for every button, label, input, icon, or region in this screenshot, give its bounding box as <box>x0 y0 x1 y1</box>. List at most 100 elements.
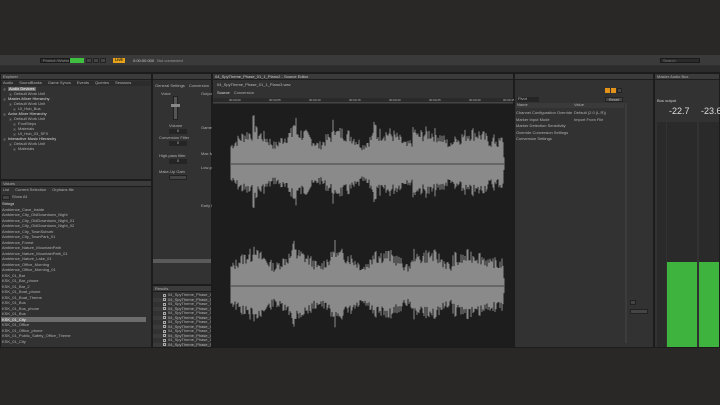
list-item[interactable]: Ambience_Forest <box>1 240 146 245</box>
live-button[interactable]: LIVE <box>113 58 125 63</box>
tab-current-selection[interactable]: Current Selection <box>15 188 46 193</box>
list-item[interactable]: KSK_01_Bus_phone <box>1 306 146 311</box>
project-field[interactable]: Project (Wwise) <box>40 58 70 63</box>
filter-button[interactable] <box>2 194 10 200</box>
toolbar-icon[interactable] <box>617 88 622 93</box>
list-item[interactable]: KSK_01_Boat_Theme <box>1 295 146 300</box>
list-item[interactable]: KSK_01_Office <box>1 323 146 328</box>
tab-audio[interactable]: Audio <box>3 81 13 86</box>
tab-game-syncs[interactable]: Game Syncs <box>48 81 71 86</box>
property-name: Override Conversion Settings <box>516 130 569 135</box>
toolbar-orange-icon[interactable] <box>605 88 610 93</box>
property-grid-header: Name Value <box>516 103 624 108</box>
tree-item[interactable]: Default Work Unit <box>9 142 45 146</box>
toolbar-orange-icon[interactable] <box>611 88 616 93</box>
property-row[interactable]: Marker Input Mode Import From File <box>516 117 616 123</box>
global-search[interactable]: Search <box>660 58 700 63</box>
tree-item[interactable]: Actor-Mixer Hierarchy <box>3 112 47 116</box>
volume-slider[interactable] <box>173 96 178 120</box>
tree-item[interactable]: Master-Mixer Hierarchy <box>3 97 50 101</box>
tab-soundbanks[interactable]: SoundBanks <box>19 81 42 86</box>
hpf-value[interactable]: 0 <box>169 159 187 164</box>
tab-list[interactable]: List <box>3 188 9 193</box>
play-button[interactable] <box>100 58 106 63</box>
row-checkbox[interactable] <box>163 320 166 324</box>
row-checkbox[interactable] <box>163 307 166 311</box>
list-item[interactable]: Ambience_City_OldDowntown_Night_02 <box>1 224 146 229</box>
stop-button[interactable] <box>93 58 99 63</box>
tab-orphans[interactable]: Orphans file <box>52 188 74 193</box>
tab-events[interactable]: Events <box>77 81 89 86</box>
volume-value[interactable]: 0 <box>169 129 187 134</box>
reset-button[interactable]: Reset <box>605 97 623 102</box>
tree-item[interactable]: Default Work Unit <box>9 92 45 96</box>
tree-item[interactable]: UI_Hub_03_SFX <box>13 132 48 136</box>
row-checkbox[interactable] <box>163 343 166 347</box>
row-checkbox[interactable] <box>163 316 166 320</box>
tab-general-settings[interactable]: General Settings <box>155 84 185 88</box>
list-item[interactable]: KSK_01_Bus <box>1 312 146 317</box>
tab-conversion-editor[interactable]: Conversion <box>234 91 254 95</box>
table-row[interactable]: 04_SpyTheme_Phase_01 <box>153 342 211 347</box>
list-item[interactable]: Ambience_Nature_Lake_01 <box>1 257 146 262</box>
property-row[interactable]: Channel Configuration Override Default (2… <box>516 110 616 116</box>
list-item[interactable]: KSK_01_City <box>1 339 146 344</box>
tree-item[interactable]: Default Work Unit <box>9 117 45 121</box>
row-label: 04_SpyTheme_Phase_01 <box>167 342 211 347</box>
list-item[interactable]: KSK_01_Boat_phone <box>1 290 146 295</box>
list-item[interactable]: Ambience_Cave_Inside <box>1 207 146 212</box>
list-item[interactable]: Ambience_Office_Morning <box>1 262 146 267</box>
row-checkbox[interactable] <box>163 298 166 302</box>
list-item[interactable]: Ambience_City_OldDowntown_Night <box>1 213 146 218</box>
list-item[interactable]: KSK_01_City <box>1 317 146 322</box>
list-item[interactable]: Ambience_Office_Morning_01 <box>1 268 146 273</box>
row-checkbox[interactable] <box>163 311 166 315</box>
tree-item[interactable]: Interactive Music Hierarchy <box>3 137 56 141</box>
small-button[interactable] <box>630 300 636 305</box>
tab-conversion[interactable]: Conversion <box>189 84 209 88</box>
list-item[interactable]: Ambience_City_TownSuburb <box>1 229 146 234</box>
waveform-display[interactable] <box>213 104 513 347</box>
pivot-dropdown[interactable]: Pivot <box>517 97 539 102</box>
tab-sessions[interactable]: Sessions <box>115 81 131 86</box>
tab-source[interactable]: Source <box>217 91 230 95</box>
tree-item[interactable]: Audio Devices <box>3 87 36 91</box>
property-row[interactable]: Marker Detection Sensitivity <box>516 123 616 129</box>
filter-row: Show All <box>2 194 150 200</box>
record-button[interactable] <box>86 58 92 63</box>
list-item[interactable]: KSK_01_Bus <box>1 301 146 306</box>
row-checkbox[interactable] <box>163 334 166 338</box>
list-item[interactable]: KSK_01_Bar <box>1 273 146 278</box>
list-item[interactable]: Ambience_Nature_MountainPath_01 <box>1 251 146 256</box>
property-row[interactable]: Conversion Settings <box>516 136 616 142</box>
tab-queries[interactable]: Queries <box>95 81 109 86</box>
timeline-ruler[interactable]: 00:00:00 00:00:05 00:00:10 00:00:15 00:0… <box>213 98 515 103</box>
list-item[interactable]: Ambience_City_TownPark_01 <box>1 235 146 240</box>
row-checkbox[interactable] <box>163 302 166 306</box>
property-value[interactable]: Import From File <box>574 118 616 122</box>
tree-item[interactable]: Materials <box>13 147 34 151</box>
row-checkbox[interactable] <box>163 329 166 333</box>
row-checkbox[interactable] <box>163 293 166 297</box>
list-item[interactable]: KSK_01_Bar_2 <box>1 284 146 289</box>
row-checkbox[interactable] <box>163 325 166 329</box>
list-item[interactable]: KSK_01_Bar_phone <box>1 279 146 284</box>
make-up-gain-field[interactable] <box>169 175 187 180</box>
pitch-value[interactable]: 0 <box>169 141 187 146</box>
property-scrollbar[interactable] <box>153 259 211 263</box>
row-checkbox[interactable] <box>163 338 166 342</box>
volume-slider-handle[interactable] <box>171 104 180 107</box>
tree-item[interactable]: Default Work Unit <box>9 102 45 106</box>
dropdown-button[interactable] <box>630 309 648 314</box>
list-item[interactable]: Ambience_Nature_MountainPath <box>1 246 146 251</box>
tree-item[interactable]: FootSteps <box>13 122 36 126</box>
source-editor-tab[interactable]: 04_SpyTheme_Phase_01_1_Piano2 - Source E… <box>213 74 513 80</box>
property-row[interactable]: Override Conversion Settings <box>516 130 616 136</box>
property-value[interactable]: Default (2.0 (L,R)) <box>574 111 616 115</box>
show-all-label[interactable]: Show All <box>12 195 27 199</box>
tree-item[interactable]: Materials <box>13 127 34 131</box>
list-item[interactable]: Ambience_City_OldDowntown_Night_01 <box>1 218 146 223</box>
tree-item[interactable]: UI_Hub_Bus <box>13 107 41 111</box>
list-item[interactable]: KSK_01_Office_phone <box>1 328 146 333</box>
list-item[interactable]: KSK_01_Public_Safety_Office_Theme <box>1 334 146 339</box>
